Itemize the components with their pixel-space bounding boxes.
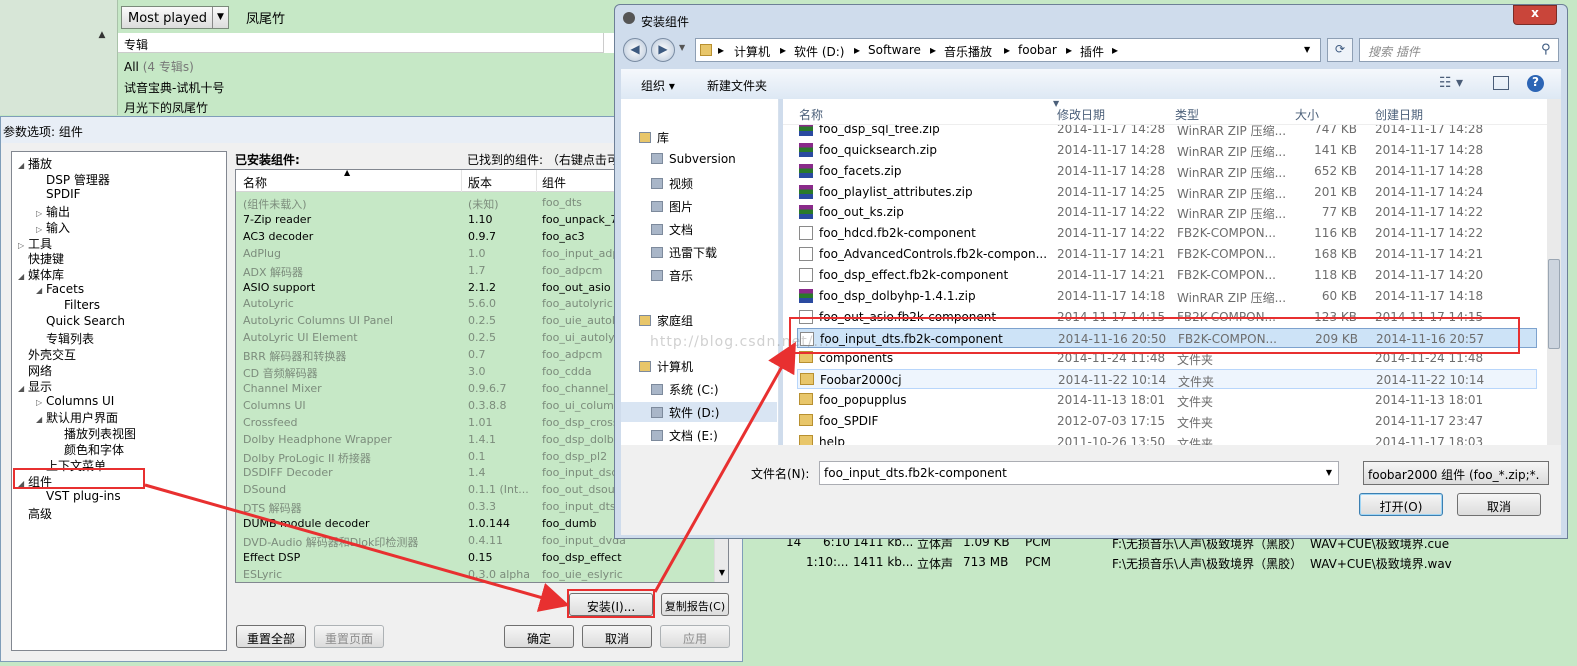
arrow-to-file <box>653 341 796 593</box>
arrow-to-install <box>144 483 570 612</box>
annotation-arrows <box>144 341 796 612</box>
